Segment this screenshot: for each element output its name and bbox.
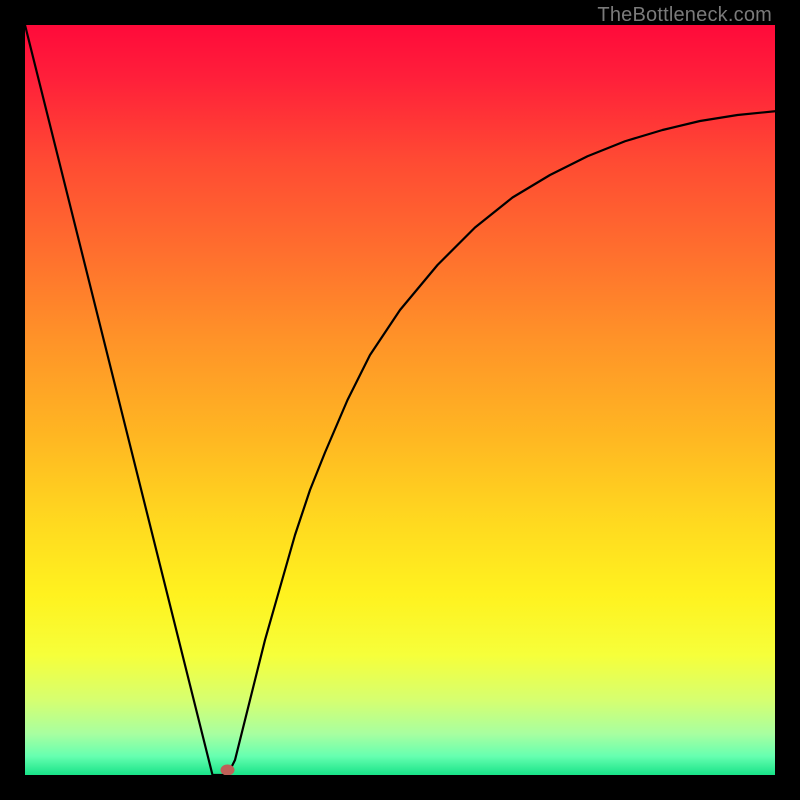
chart-border [0, 0, 800, 800]
watermark-text: TheBottleneck.com [597, 4, 772, 27]
